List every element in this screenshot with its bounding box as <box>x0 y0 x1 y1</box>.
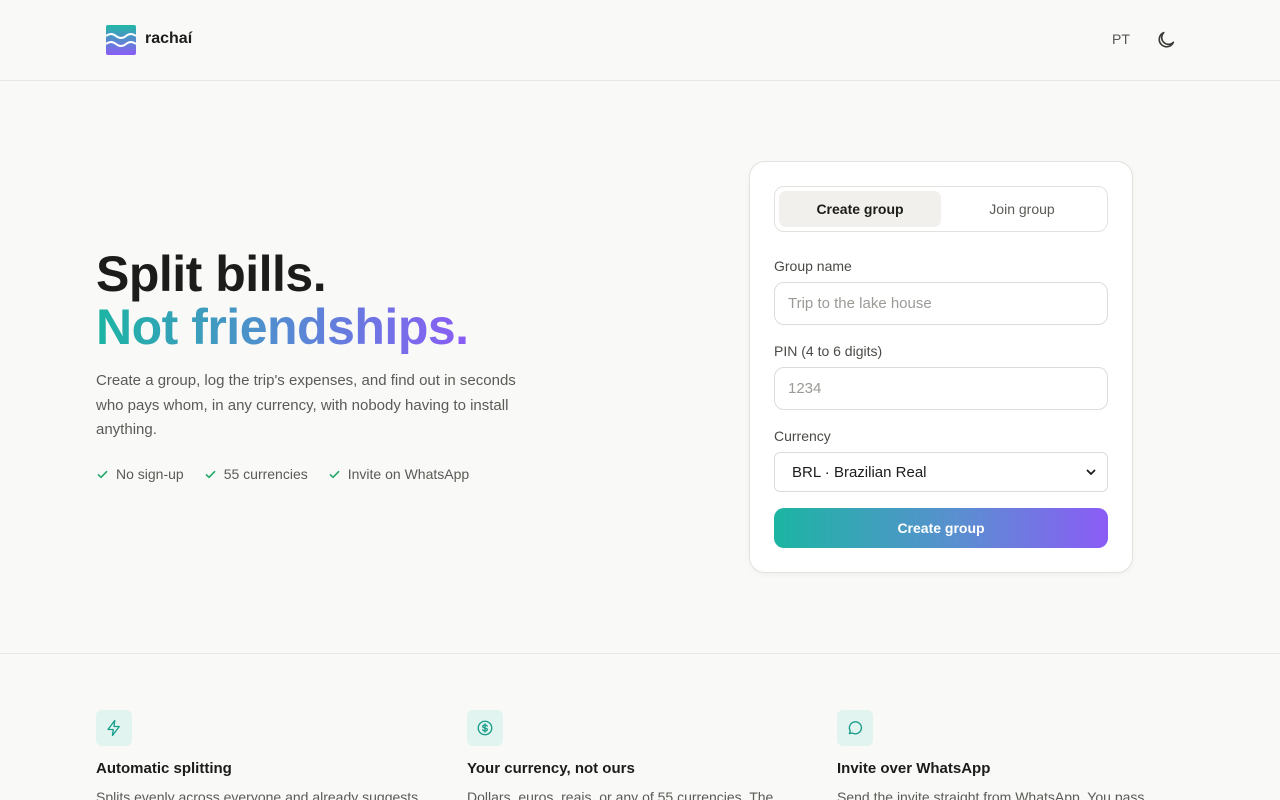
check-item: No sign-up <box>96 466 184 482</box>
currency-select[interactable]: BRL · Brazilian Real <box>774 452 1108 492</box>
check-item: 55 currencies <box>204 466 308 482</box>
feature-icon-box <box>467 710 503 746</box>
check-item: Invite on WhatsApp <box>328 466 469 482</box>
feature-checks: No sign-up 55 currencies Invite on Whats… <box>96 466 469 482</box>
check-label: Invite on WhatsApp <box>347 466 470 482</box>
feature-desc: Splits evenly across everyone and alread… <box>96 789 419 800</box>
chat-bubble-icon <box>848 721 863 735</box>
feature-icon-box <box>837 710 873 746</box>
pin-label: PIN (4 to 6 digits) <box>774 343 883 359</box>
check-label: 55 currencies <box>223 466 308 482</box>
feature-card: Invite over WhatsApp Send the invite str… <box>837 710 1182 800</box>
hero-subtitle: Create a group, log the trip's expenses,… <box>96 372 516 438</box>
pin-input[interactable] <box>774 367 1108 410</box>
logo-icon[interactable] <box>106 25 136 55</box>
check-icon <box>205 470 216 478</box>
language-toggle[interactable]: PT <box>1112 31 1130 47</box>
lightning-icon <box>107 719 120 737</box>
group-name-label: Group name <box>774 258 852 274</box>
section-divider <box>0 653 1280 654</box>
group-form-card: Create group Join group Group name PIN (… <box>749 161 1133 573</box>
feature-card: Your currency, not ours Dollars, euros, … <box>467 710 812 800</box>
dollar-coin-icon <box>477 720 493 736</box>
currency-value: BRL · Brazilian Real <box>792 463 927 481</box>
hero-title-line1: Split bills. <box>96 246 327 302</box>
top-header: rachaí PT <box>0 0 1280 81</box>
create-group-button[interactable]: Create group <box>774 508 1108 548</box>
hero-title: Split bills. Not friendships. <box>96 248 469 354</box>
tab-join-group[interactable]: Join group <box>941 191 1103 227</box>
check-icon <box>97 470 108 478</box>
feature-icon-box <box>96 710 132 746</box>
feature-desc: Dollars, euros, reais, or any of 55 curr… <box>467 789 774 800</box>
group-name-input[interactable] <box>774 282 1108 325</box>
feature-title: Invite over WhatsApp <box>837 760 991 777</box>
feature-title: Automatic splitting <box>96 760 232 777</box>
form-tabs: Create group Join group <box>774 186 1108 232</box>
feature-desc: Send the invite straight from WhatsApp. … <box>837 789 1145 800</box>
moon-icon[interactable] <box>1155 29 1177 51</box>
check-icon <box>329 470 340 478</box>
feature-card: Automatic splitting Splits evenly across… <box>96 710 441 800</box>
check-label: No sign-up <box>116 466 184 482</box>
currency-label: Currency <box>774 428 831 444</box>
chevron-down-icon <box>1086 469 1096 475</box>
hero-title-line2: Not friendships. <box>96 299 469 355</box>
feature-title: Your currency, not ours <box>467 760 635 777</box>
brand-name[interactable]: rachaí <box>145 30 192 48</box>
tab-create-group[interactable]: Create group <box>779 191 941 227</box>
